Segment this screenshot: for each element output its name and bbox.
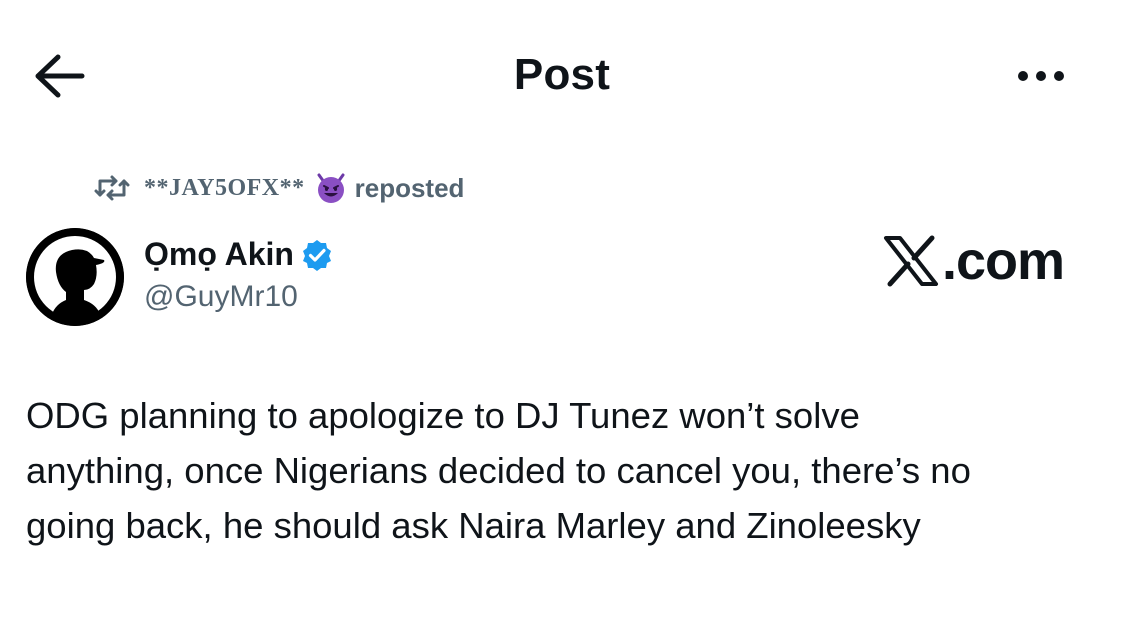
post-body: ODG planning to apologize to DJ Tunez wo… bbox=[26, 388, 1096, 553]
author-handle[interactable]: @GuyMr10 bbox=[144, 280, 298, 314]
more-horizontal-icon bbox=[1014, 71, 1068, 81]
more-options-button[interactable] bbox=[1006, 56, 1076, 96]
page-title: Post bbox=[513, 50, 611, 99]
top-bar: Post bbox=[0, 0, 1124, 150]
avatar-silhouette bbox=[26, 228, 124, 326]
post-line: going back, he should ask Naira Marley a… bbox=[26, 505, 921, 546]
brand-watermark: .com bbox=[882, 226, 1072, 296]
avatar[interactable] bbox=[26, 228, 124, 326]
reposter-name[interactable]: **JAY5OFX** bbox=[144, 175, 305, 202]
post-line: anything, once Nigerians decided to canc… bbox=[26, 450, 971, 491]
author-name-text[interactable]: Ọmọ Akin bbox=[144, 236, 294, 273]
author-name[interactable]: Ọmọ Akin bbox=[144, 236, 334, 273]
reposted-label: reposted bbox=[354, 172, 465, 203]
brand-text: .com bbox=[942, 231, 1065, 291]
verified-badge-icon bbox=[302, 239, 331, 271]
post-line: ODG planning to apologize to DJ Tunez wo… bbox=[26, 395, 860, 436]
x-logo-icon bbox=[884, 235, 938, 287]
repost-icon bbox=[94, 175, 130, 201]
repost-context[interactable]: **JAY5OFX** reposted bbox=[94, 168, 464, 208]
smiling-devil-icon bbox=[317, 173, 345, 203]
